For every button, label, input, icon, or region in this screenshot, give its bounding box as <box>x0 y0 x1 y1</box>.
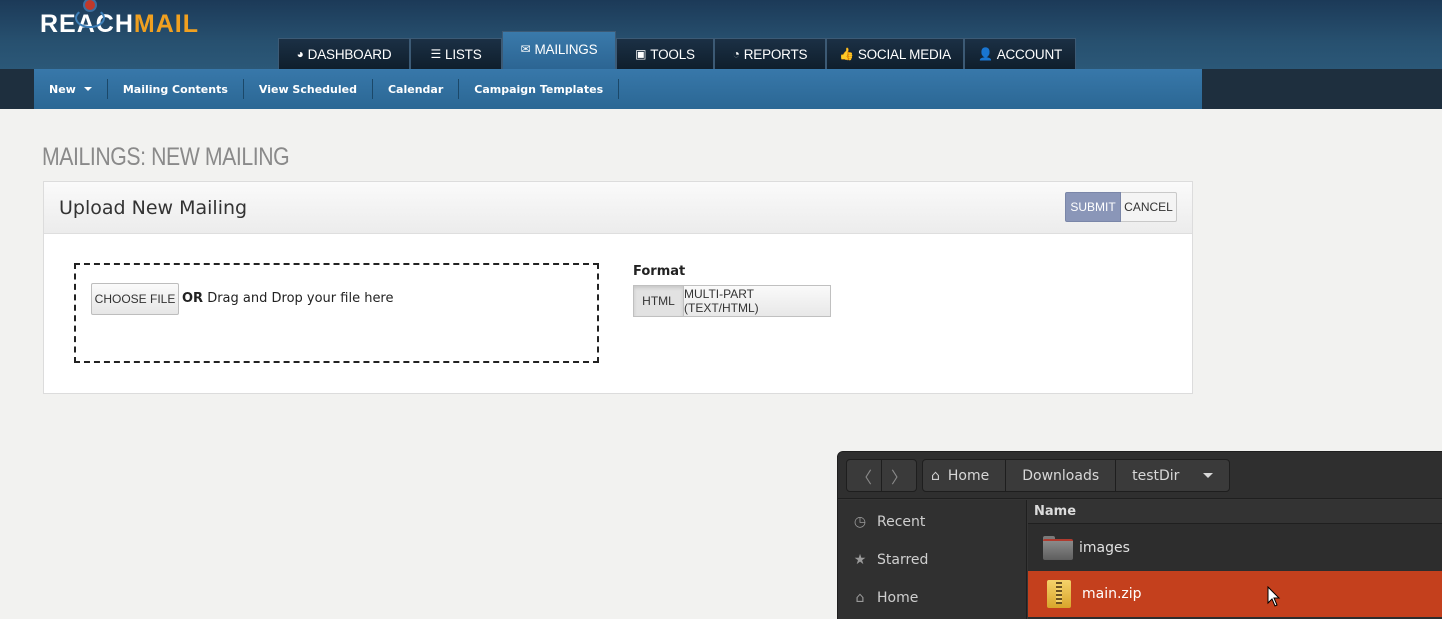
mouse-cursor-icon <box>1267 586 1281 607</box>
zip-archive-icon <box>1047 580 1071 608</box>
chevron-left-icon: 〈 <box>855 467 872 487</box>
drop-text-label: Drag and Drop your file here <box>207 291 394 306</box>
tab-dashboard-label: DASHBOARD <box>307 46 392 62</box>
sidebar-item-home[interactable]: ⌂ Home <box>852 588 919 608</box>
cancel-button[interactable]: CANCEL <box>1121 192 1177 222</box>
sub-navigation: New Mailing Contents View Scheduled Cale… <box>0 69 1442 109</box>
choose-file-button[interactable]: CHOOSE FILE <box>91 283 179 315</box>
tab-tools[interactable]: ▣ TOOLS <box>616 38 714 69</box>
column-header-name[interactable]: Name <box>1028 500 1442 524</box>
tab-tools-label: TOOLS <box>650 46 695 62</box>
format-label: Format <box>633 264 686 279</box>
sidebar-home-label: Home <box>877 590 919 606</box>
thumbs-up-icon: 👍 <box>839 47 854 61</box>
sidebar-starred-label: Starred <box>877 552 929 568</box>
subnav-view-scheduled[interactable]: View Scheduled <box>244 79 373 99</box>
tab-social-media-label: SOCIAL MEDIA <box>857 46 951 62</box>
home-icon: ⌂ <box>931 467 940 484</box>
star-icon: ★ <box>853 552 867 568</box>
tab-social-media[interactable]: 👍 SOCIAL MEDIA <box>826 38 964 69</box>
drop-instructions: OR Drag and Drop your file here <box>182 291 394 306</box>
tab-lists-label: LISTS <box>445 46 482 62</box>
tab-mailings[interactable]: ✉ MAILINGS <box>502 31 616 69</box>
tab-reports[interactable]: ◔ REPORTS <box>714 38 826 69</box>
file-drop-zone[interactable]: CHOOSE FILE OR Drag and Drop your file h… <box>74 263 599 363</box>
breadcrumb-testdir-label: testDir <box>1132 467 1180 484</box>
tab-mailings-label: MAILINGS <box>534 42 598 57</box>
file-name: images <box>1079 540 1130 556</box>
sidebar-item-recent[interactable]: ◷ Recent <box>852 512 926 532</box>
subnav-campaign-templates[interactable]: Campaign Templates <box>459 79 620 99</box>
toolbox-icon: ▣ <box>635 47 647 61</box>
forward-button[interactable]: 〉 <box>881 459 917 492</box>
drop-or-label: OR <box>182 291 204 306</box>
sidebar-recent-label: Recent <box>877 514 926 530</box>
user-icon: 👤 <box>977 47 993 61</box>
folder-icon <box>1043 536 1073 560</box>
action-button-group: SUBMIT CANCEL <box>1065 192 1177 222</box>
pie-chart-icon: ◔ <box>732 47 740 61</box>
file-row-main-zip[interactable]: main.zip <box>1028 571 1442 617</box>
back-button[interactable]: 〈 <box>846 459 882 492</box>
submit-button[interactable]: SUBMIT <box>1065 192 1121 222</box>
clock-icon: ◷ <box>853 514 867 530</box>
dashboard-icon: ◕ <box>296 47 304 61</box>
subnav-new-dropdown[interactable]: New <box>34 79 108 99</box>
file-chooser-sidebar: ◷ Recent ★ Starred ⌂ Home <box>838 500 1027 619</box>
list-icon: ☰ <box>430 47 442 61</box>
subnav-new-label: New <box>49 82 76 96</box>
caret-down-icon <box>83 87 92 91</box>
tab-lists[interactable]: ☰ LISTS <box>410 38 502 69</box>
file-row-images[interactable]: images <box>1028 525 1442 571</box>
file-name: main.zip <box>1082 586 1142 602</box>
panel-title: Upload New Mailing <box>59 197 248 219</box>
panel-header: Upload New Mailing SUBMIT CANCEL <box>44 182 1192 234</box>
path-breadcrumb: ⌂ Home Downloads testDir <box>922 459 1231 492</box>
tab-account[interactable]: 👤 ACCOUNT <box>964 38 1076 69</box>
format-toggle-group: HTML MULTI-PART (TEXT/HTML) <box>633 285 831 317</box>
sidebar-item-starred[interactable]: ★ Starred <box>852 550 929 570</box>
breadcrumb-downloads[interactable]: Downloads <box>1006 460 1117 491</box>
tab-dashboard[interactable]: ◕ DASHBOARD <box>278 38 410 69</box>
breadcrumb-testdir[interactable]: testDir <box>1116 460 1229 491</box>
breadcrumb-home-label: Home <box>947 467 990 484</box>
top-header: REACHMAIL ◕ DASHBOARD ☰ LISTS ✉ MAILINGS… <box>0 0 1442 69</box>
format-html-option[interactable]: HTML <box>633 285 684 317</box>
tab-reports-label: REPORTS <box>743 46 808 62</box>
dropdown-arrow-icon[interactable] <box>1203 473 1214 478</box>
sub-navigation-bar: New Mailing Contents View Scheduled Cale… <box>34 69 1202 109</box>
file-chooser-header: 〈 〉 ⌂ Home Downloads testDir <box>838 452 1442 499</box>
format-multipart-option[interactable]: MULTI-PART (TEXT/HTML) <box>684 285 831 317</box>
page-title: MAILINGS: NEW MAILING <box>42 143 290 171</box>
file-list: Name images main.zip <box>1028 500 1442 619</box>
upload-panel: Upload New Mailing SUBMIT CANCEL CHOOSE … <box>43 181 1193 394</box>
logo-text-mail: MAIL <box>133 10 200 38</box>
envelope-icon: ✉ <box>520 42 531 56</box>
chevron-right-icon: 〉 <box>890 467 907 487</box>
subnav-calendar[interactable]: Calendar <box>373 79 460 99</box>
file-chooser-dialog: 〈 〉 ⌂ Home Downloads testDir ◷ Recent ★ … <box>837 451 1442 619</box>
main-navigation: ◕ DASHBOARD ☰ LISTS ✉ MAILINGS ▣ TOOLS ◔… <box>278 31 1076 69</box>
home-icon: ⌂ <box>855 590 865 606</box>
breadcrumb-home[interactable]: ⌂ Home <box>923 460 1007 491</box>
subnav-mailing-contents[interactable]: Mailing Contents <box>108 79 244 99</box>
tab-account-label: ACCOUNT <box>996 46 1063 62</box>
reachmail-logo[interactable]: REACHMAIL <box>40 0 200 40</box>
